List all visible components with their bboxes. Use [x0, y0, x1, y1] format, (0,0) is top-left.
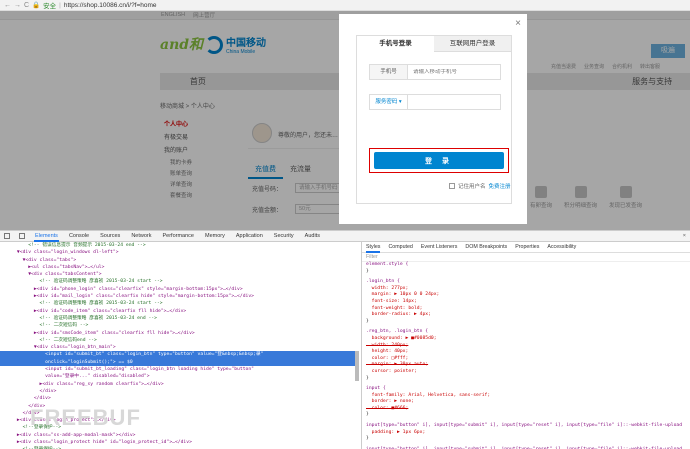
dom-node[interactable]: ▼<div class="tabsContent">	[0, 271, 359, 278]
tab-performance[interactable]: Performance	[161, 231, 195, 242]
css-declaration[interactable]: }	[366, 436, 690, 443]
dom-node[interactable]: </div>	[0, 388, 359, 395]
dom-node[interactable]: <!-- 二次短信码 -->	[0, 322, 359, 329]
tab-phone-login[interactable]: 手机号登录	[357, 36, 434, 52]
dom-node[interactable]: <!-- 验证码调整策略 彦喜祯 2015-03-24 start -->	[0, 300, 359, 307]
dom-node[interactable]: ▶<div id="code_item" class="clearfix fll…	[0, 308, 359, 315]
inspect-icon[interactable]	[4, 233, 10, 239]
tab-event-listeners[interactable]: Event Listeners	[421, 244, 458, 250]
css-selector[interactable]: .reg_btn, .login_btn {	[366, 329, 690, 336]
forward-icon[interactable]: →	[14, 2, 21, 9]
phone-label: 手机号	[370, 65, 408, 79]
password-type-label: 服务密码	[375, 99, 398, 105]
phone-row: 手机号	[369, 64, 501, 80]
dom-node-selected[interactable]: <input id="submit_bt" class="login_btn" …	[0, 351, 359, 359]
login-modal: × 手机号登录 互联网用户登录 手机号 服务密码 ▾ 登 录 记住用户名 免费注…	[339, 14, 527, 224]
css-declaration[interactable]: border: ▶ none;	[366, 399, 690, 406]
lock-icon: 🔒	[32, 2, 41, 9]
css-declaration[interactable]: margin: ▶ 10px 0 0 24px;	[366, 292, 690, 299]
password-input[interactable]	[408, 99, 498, 105]
dom-node[interactable]: <!-- 二次短信码end -->	[0, 337, 359, 344]
login-button[interactable]: 登 录	[374, 152, 504, 169]
css-declaration[interactable]: background: ▶ ■#0085d0;	[366, 336, 690, 343]
css-declaration[interactable]: }	[366, 376, 690, 383]
tab-accessibility[interactable]: Accessibility	[547, 244, 576, 250]
dom-node[interactable]: value="登录中..." disabled="disabled">	[0, 373, 359, 380]
remember-checkbox[interactable]	[449, 183, 455, 189]
close-devtools-icon[interactable]: ×	[683, 233, 686, 239]
css-declaration[interactable]: height: 40px;	[366, 349, 690, 356]
css-declaration[interactable]: font-family: Arial, Helvetica, sans-seri…	[366, 393, 690, 400]
tab-sources[interactable]: Sources	[99, 231, 121, 242]
styles-filter-input[interactable]: Filter	[362, 253, 690, 262]
dom-node[interactable]: ▼<div class="login_windows dl-left">	[0, 249, 359, 256]
devtools-tabs: Elements Console Sources Network Perform…	[0, 231, 690, 242]
dom-node[interactable]: </div>	[0, 395, 359, 402]
url-separator: |	[59, 1, 61, 9]
tab-styles[interactable]: Styles	[366, 242, 381, 253]
css-selector[interactable]: .login_btn {	[366, 279, 690, 286]
remember-label: 记住用户名	[458, 184, 486, 190]
dom-node-selected[interactable]: onclick="loginSubmit();"> == $0	[0, 358, 359, 367]
css-declaration[interactable]: border-radius: ▶ 4px;	[366, 312, 690, 319]
dom-node[interactable]: ▼<div class="login_btn_main">	[0, 344, 359, 351]
css-declaration[interactable]: }	[366, 319, 690, 326]
secure-label: 安全	[43, 3, 57, 10]
tab-properties[interactable]: Properties	[515, 244, 539, 250]
dom-node[interactable]: <input id="submit_bt_loading" class="log…	[0, 366, 359, 373]
login-card: 手机号登录 互联网用户登录 手机号 服务密码 ▾ 登 录 记住用户名 免费注册	[356, 35, 512, 204]
dom-node[interactable]: ▶<div class="reg_sy random clearfix">…</…	[0, 381, 359, 388]
close-icon[interactable]: ×	[515, 19, 521, 29]
login-tabs: 手机号登录 互联网用户登录	[357, 36, 511, 52]
styles-pane: Styles Computed Event Listeners DOM Brea…	[361, 242, 690, 449]
login-button-highlight: 登 录	[369, 148, 509, 173]
dom-node[interactable]: ▶<div class="login_protect hide" id="log…	[0, 439, 359, 446]
css-declaration[interactable]: color: ■#666;	[366, 406, 690, 413]
watermark: FREEBUF	[30, 405, 141, 430]
dom-node[interactable]: ▶<div class="ss-add-app-modal-mask"></di…	[0, 432, 359, 439]
dom-node[interactable]: ▼<div class="tabs">	[0, 257, 359, 264]
css-declaration[interactable]: }	[366, 412, 690, 419]
dom-node[interactable]: ▶<ul class="tabsNav">…</ul>	[0, 264, 359, 271]
remember-row: 记住用户名 免费注册	[449, 182, 511, 190]
tab-memory[interactable]: Memory	[204, 231, 226, 242]
css-declaration[interactable]: font-size: 14px;	[366, 299, 690, 306]
tab-elements[interactable]: Elements	[34, 231, 59, 242]
tab-dom-breakpoints[interactable]: DOM Breakpoints	[465, 244, 507, 250]
css-declaration[interactable]: padding: ▶ 1px 6px;	[366, 430, 690, 437]
css-declaration[interactable]: width: 240px;	[366, 343, 690, 350]
css-declaration[interactable]: cursor: pointer;	[366, 369, 690, 376]
css-selector[interactable]: input[type="button" i], input[type="subm…	[366, 423, 690, 430]
register-link[interactable]: 免费注册	[489, 182, 511, 190]
tab-internet-login[interactable]: 互联网用户登录	[434, 36, 511, 52]
css-selector[interactable]: element.style {	[366, 262, 690, 269]
dom-node[interactable]: <!-- 验证码调整策略 彦喜祯 2015-03-24 start -->	[0, 278, 359, 285]
tab-application[interactable]: Application	[235, 231, 264, 242]
device-toggle-icon[interactable]	[19, 233, 25, 239]
elements-scrollbar[interactable]	[355, 351, 359, 381]
dom-node[interactable]: <!-- 验证码调整策略 彦喜祯 2015-03-24 end -->	[0, 315, 359, 322]
url-field[interactable]: https://shop.10086.cn/i/?f=home	[64, 2, 157, 9]
tab-computed[interactable]: Computed	[388, 244, 412, 250]
back-icon[interactable]: ←	[4, 2, 11, 9]
dom-node[interactable]: <!-- 错误信息提示 音频提示 2015-03-24 end -->	[0, 242, 359, 249]
address-bar: ← → C 🔒 安全 | https://shop.10086.cn/i/?f=…	[0, 0, 690, 11]
phone-input[interactable]	[408, 69, 498, 75]
style-rules: element.style {} .login_btn { width: 277p…	[362, 262, 690, 449]
styles-tabs: Styles Computed Event Listeners DOM Brea…	[362, 242, 690, 253]
password-type-select[interactable]: 服务密码 ▾	[370, 95, 408, 109]
dom-node[interactable]: ▶<div id="phone_login" class="clearfix" …	[0, 286, 359, 293]
tab-network[interactable]: Network	[130, 231, 152, 242]
reload-icon[interactable]: C	[24, 2, 29, 9]
css-selector[interactable]: input {	[366, 386, 690, 393]
css-declaration[interactable]: margin: ▶ 30px auto;	[366, 362, 690, 369]
css-declaration[interactable]: }	[366, 269, 690, 276]
dom-node[interactable]: ▶<div id="smsCode_item" class="clearfix …	[0, 330, 359, 337]
page: ENGLISH 网上营厅 and和 中国移动 China Mobile 吸遍 充…	[0, 11, 690, 230]
dom-node[interactable]: ▶<div id="mail_login" class="clearfix hi…	[0, 293, 359, 300]
tab-audits[interactable]: Audits	[304, 231, 321, 242]
tab-security[interactable]: Security	[273, 231, 295, 242]
tab-console[interactable]: Console	[68, 231, 90, 242]
password-row: 服务密码 ▾	[369, 94, 501, 110]
